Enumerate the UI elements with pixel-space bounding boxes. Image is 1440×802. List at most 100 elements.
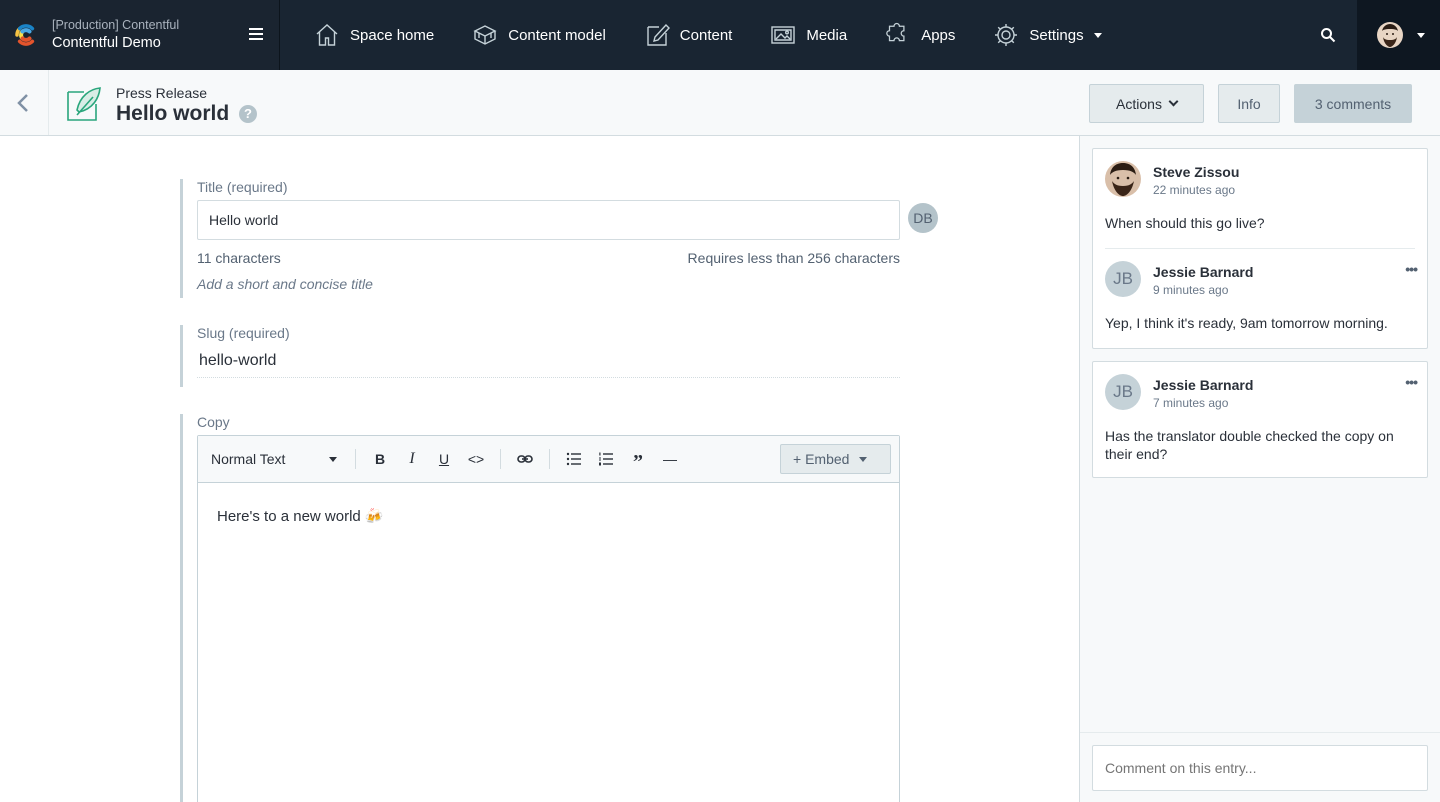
underline-button[interactable]: U [428,445,460,473]
bold-button[interactable]: B [364,445,396,473]
slug-field: Slug (required) hello-world [180,325,900,387]
nav-label: Media [806,26,848,44]
comment-author: Jessie Barnard [1153,377,1254,393]
comment-author: Jessie Barnard [1153,264,1254,280]
nav-label: Apps [921,26,956,44]
space-info: [Production] Contentful Contentful Demo [52,17,179,53]
search-icon[interactable] [1320,27,1336,43]
comment-time: 7 minutes ago [1153,396,1229,410]
info-label: Info [1237,95,1261,112]
horizontal-rule-button[interactable]: — [654,445,686,473]
nav-label: Content model [508,26,606,44]
chevron-down-icon [329,456,337,462]
bold-icon: B [374,451,386,467]
nav-content-model[interactable]: Content model [472,22,606,48]
help-icon[interactable]: ? [239,105,257,123]
field-label: Title (required) [197,179,288,195]
nav-media[interactable]: Media [770,22,847,48]
comment: Steve Zissou 22 minutes ago When should … [1093,149,1427,232]
top-navigation: [Production] Contentful Contentful Demo … [0,0,1440,70]
text-style-label: Normal Text [211,451,286,467]
hamburger-menu-icon[interactable] [249,28,263,40]
house-icon [316,24,338,46]
character-limit: Requires less than 256 characters [687,250,900,266]
comments-label: 3 comments [1314,95,1392,112]
entry-header: Press Release Hello world ? Actions Info… [0,70,1440,136]
account-menu[interactable] [1357,0,1440,70]
field-label: Slug (required) [197,325,290,341]
main-nav: Space home Content model Content Media A… [280,0,1440,70]
comment-time: 9 minutes ago [1153,283,1229,297]
italic-icon: I [409,450,415,467]
content-model-icon [473,25,497,45]
entry-editor: Title (required) Hello world 11 characte… [0,136,1079,802]
comment-body: Yep, I think it's ready, 9am tomorrow mo… [1105,315,1388,331]
bulleted-list-icon [566,452,581,466]
chevron-down-icon [1417,32,1425,38]
title-input[interactable]: Hello world [197,200,900,240]
numbered-list-icon [599,452,613,466]
space-name: Contentful Demo [52,35,161,51]
media-icon [771,26,796,44]
avatar [1105,161,1141,197]
rich-text-editor: Normal Text B I U <> ” — + Embed Here's … [197,435,900,802]
numbered-list-button[interactable] [590,445,622,473]
nav-space-home[interactable]: Space home [314,22,434,48]
comment: JB Jessie Barnard 7 minutes ago ••• Has … [1093,362,1427,463]
text-style-dropdown[interactable]: Normal Text [211,451,347,467]
nav-content[interactable]: Content [644,22,733,48]
nav-settings[interactable]: Settings [993,22,1102,48]
user-avatar [1377,22,1403,48]
page-title: Hello world [116,102,230,125]
space-switcher[interactable]: [Production] Contentful Contentful Demo [0,0,280,70]
comment-header: Steve Zissou 22 minutes ago [1105,149,1415,198]
field-label: Copy [197,414,230,430]
chevron-down-icon [1168,96,1179,107]
contentful-logo-icon [15,24,35,46]
slug-input[interactable]: hello-world [197,352,900,378]
actions-label: Actions [1116,95,1162,112]
validation-row: 11 characters Requires less than 256 cha… [197,250,900,266]
comment-thread: Steve Zissou 22 minutes ago When should … [1092,148,1428,349]
toolbar-divider [355,449,356,469]
comment-thread: JB Jessie Barnard 7 minutes ago ••• Has … [1092,361,1428,478]
bulleted-list-button[interactable] [558,445,590,473]
back-arrow-icon[interactable] [14,92,34,114]
toolbar-divider [500,449,501,469]
more-options-icon[interactable]: ••• [1405,374,1418,390]
horizontal-rule-icon: — [663,451,677,467]
comment-input[interactable] [1092,745,1428,791]
more-options-icon[interactable]: ••• [1405,261,1418,277]
comment-header: JB Jessie Barnard 7 minutes ago [1105,362,1415,411]
content-edit-icon [647,23,670,46]
info-button[interactable]: Info [1218,84,1280,123]
actions-button[interactable]: Actions [1089,84,1204,123]
comment-time: 22 minutes ago [1153,183,1236,197]
divider [1080,732,1440,733]
comment-body: When should this go live? [1105,215,1265,231]
avatar: JB [1105,261,1141,297]
comments-button[interactable]: 3 comments [1294,84,1412,123]
nav-label: Content [679,26,733,44]
quote-button[interactable]: ” [622,445,654,473]
code-icon: <> [467,451,485,467]
link-icon [517,455,533,463]
presence-avatar: DB [908,203,938,233]
comment-author: Steve Zissou [1153,164,1240,180]
avatar: JB [1105,374,1141,410]
puzzle-icon [886,22,905,42]
chevron-down-icon [1093,32,1102,38]
code-button[interactable]: <> [460,445,492,473]
nav-label: Settings [1029,26,1084,44]
comment-meta: Jessie Barnard 9 minutes ago [1153,261,1253,298]
rich-text-body[interactable]: Here's to a new world 🍻 [198,483,899,549]
embed-button[interactable]: + Embed [780,444,891,474]
quote-icon: ” [633,450,643,473]
italic-button[interactable]: I [396,445,428,473]
hyperlink-button[interactable] [509,445,541,473]
nav-label: Space home [350,26,435,44]
comment-meta: Steve Zissou 22 minutes ago [1153,161,1239,198]
underline-icon: U [438,451,450,467]
copy-field: Copy Normal Text B I U <> ” — + Embed He… [180,414,900,802]
nav-apps[interactable]: Apps [885,22,955,48]
